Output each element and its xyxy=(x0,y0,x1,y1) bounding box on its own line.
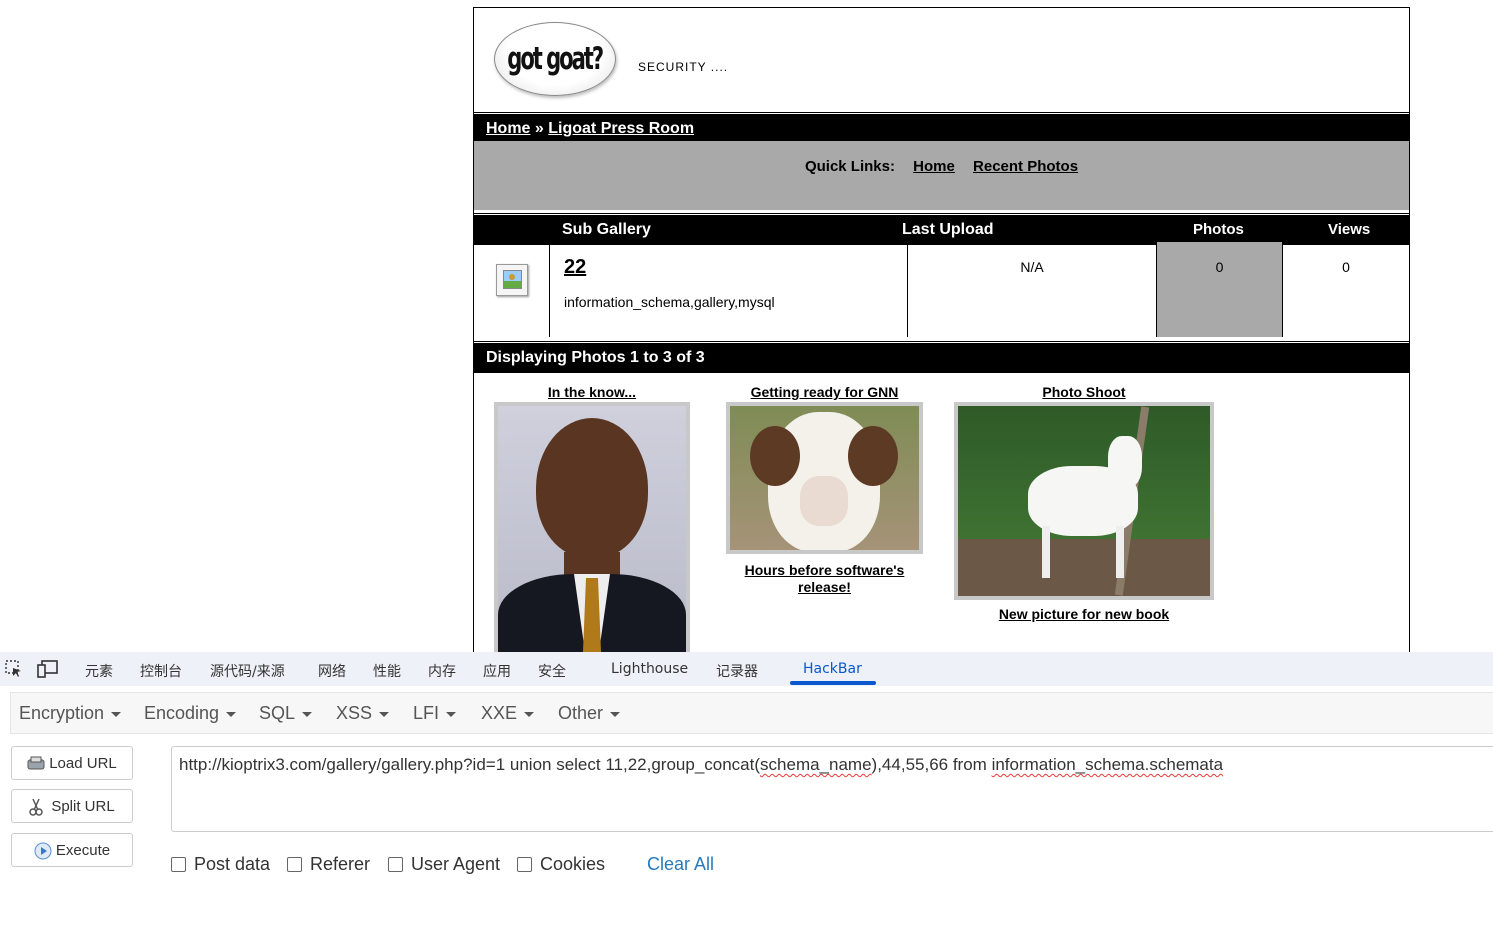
quick-link-recent-photos[interactable]: Recent Photos xyxy=(973,158,1078,175)
hackbar-menu: Encryption Encoding SQL XSS LFI XXE Othe… xyxy=(10,692,1493,734)
tab-hackbar[interactable]: HackBar xyxy=(803,661,862,677)
breadcrumb-separator: » xyxy=(530,120,549,137)
checkbox-label: User Agent xyxy=(411,854,501,874)
tab-memory[interactable]: 内存 xyxy=(428,661,456,681)
post-data-checkbox[interactable]: Post data xyxy=(171,854,270,875)
active-tab-indicator xyxy=(790,681,876,685)
last-upload-value: N/A xyxy=(908,242,1157,337)
photo-thumbnail[interactable] xyxy=(494,402,690,653)
menu-lfi[interactable]: LFI xyxy=(413,703,456,724)
checkbox-box[interactable] xyxy=(517,857,532,872)
photo-item: Getting ready for GNN Hours before softw… xyxy=(722,384,927,596)
table-row: 22 information_schema,gallery,mysql N/A … xyxy=(474,242,1409,337)
breadcrumb: Home » Ligoat Press Room xyxy=(474,111,1409,144)
header-views: Views xyxy=(1328,221,1371,238)
photo-caption-link[interactable]: New picture for new book xyxy=(954,606,1214,622)
execute-label: Execute xyxy=(55,841,111,859)
tab-lighthouse[interactable]: Lighthouse xyxy=(611,661,688,677)
photo-title-link[interactable]: Photo Shoot xyxy=(954,384,1214,400)
menu-encryption[interactable]: Encryption xyxy=(19,703,121,724)
execute-button[interactable]: Execute xyxy=(11,833,133,867)
user-agent-checkbox[interactable]: User Agent xyxy=(388,854,500,875)
display-count-bar: Displaying Photos 1 to 3 of 3 xyxy=(474,340,1409,373)
hackbar-panel: Encryption Encoding SQL XSS LFI XXE Othe… xyxy=(0,686,1493,942)
inspect-element-icon[interactable] xyxy=(4,659,24,683)
load-url-label: Load URL xyxy=(49,754,117,772)
menu-xss[interactable]: XSS xyxy=(336,703,389,724)
photo-item: In the know... xyxy=(492,384,692,653)
got-goat-logo[interactable]: got goat? xyxy=(494,22,616,96)
display-count-text: Displaying Photos 1 to 3 of 3 xyxy=(486,349,705,366)
views-count: 0 xyxy=(1342,259,1350,275)
header-sub-gallery: Sub Gallery xyxy=(562,221,651,238)
checkbox-label: Referer xyxy=(310,854,371,874)
breadcrumb-home-link[interactable]: Home xyxy=(486,120,530,137)
url-text-part: schema_name xyxy=(760,755,872,774)
url-text-part: ),44,55,66 from xyxy=(871,755,992,774)
quick-link-home[interactable]: Home xyxy=(913,158,955,175)
split-url-label: Split URL xyxy=(51,797,115,815)
checkbox-label: Post data xyxy=(194,854,271,874)
clear-all-link[interactable]: Clear All xyxy=(647,854,714,875)
header-photos: Photos xyxy=(1193,221,1244,238)
gallery-thumbnail-icon[interactable] xyxy=(496,264,528,296)
menu-encoding[interactable]: Encoding xyxy=(144,703,236,724)
scissors-icon xyxy=(29,798,45,816)
tab-security[interactable]: 安全 xyxy=(538,661,566,681)
photo-item: Photo Shoot New picture for new book xyxy=(954,384,1214,622)
devtools-tab-bar: 元素 控制台 源代码/来源 网络 性能 内存 应用 安全 Lighthouse … xyxy=(0,652,1493,687)
checkbox-label: Cookies xyxy=(540,854,606,874)
checkbox-box[interactable] xyxy=(388,857,403,872)
sub-gallery-description: information_schema,gallery,mysql xyxy=(564,294,775,310)
tab-elements[interactable]: 元素 xyxy=(85,661,113,681)
tab-console[interactable]: 控制台 xyxy=(140,661,182,681)
gallery-page: got goat? SECURITY .... Home » Ligoat Pr… xyxy=(473,7,1410,653)
menu-other[interactable]: Other xyxy=(558,703,620,724)
quick-links-label: Quick Links: xyxy=(804,158,895,175)
checkbox-box[interactable] xyxy=(171,857,186,872)
checkbox-box[interactable] xyxy=(287,857,302,872)
tab-sources[interactable]: 源代码/来源 xyxy=(210,661,285,681)
split-url-button[interactable]: Split URL xyxy=(11,789,133,823)
url-text-part: information_schema.schemata xyxy=(991,755,1224,774)
photo-caption-link[interactable]: Hours before software's release! xyxy=(722,562,927,596)
tab-network[interactable]: 网络 xyxy=(318,661,346,681)
breadcrumb-current-link[interactable]: Ligoat Press Room xyxy=(548,120,694,137)
photo-thumbnail[interactable] xyxy=(726,402,923,554)
photo-title-link[interactable]: Getting ready for GNN xyxy=(722,384,927,400)
tab-performance[interactable]: 性能 xyxy=(373,661,401,681)
device-toolbar-icon[interactable] xyxy=(37,659,59,683)
photo-thumbnail[interactable] xyxy=(954,402,1214,600)
photos-count: 0 xyxy=(1157,242,1283,337)
tagline: SECURITY .... xyxy=(638,60,729,74)
gallery-table-header: Sub Gallery Last Upload Photos Views xyxy=(474,212,1409,245)
quick-links-bar: Quick Links: Home Recent Photos xyxy=(474,141,1409,210)
cookies-checkbox[interactable]: Cookies xyxy=(517,854,605,875)
load-url-icon xyxy=(27,755,45,771)
menu-xxe[interactable]: XXE xyxy=(481,703,534,724)
tab-recorder[interactable]: 记录器 xyxy=(716,661,758,681)
photo-title-link[interactable]: In the know... xyxy=(492,384,692,400)
url-text-part: http://kioptrix3.com/gallery/gallery.php… xyxy=(179,755,761,774)
play-icon xyxy=(34,842,52,860)
sub-gallery-link[interactable]: 22 xyxy=(564,256,586,279)
referer-checkbox[interactable]: Referer xyxy=(287,854,370,875)
logo-text: got goat? xyxy=(507,41,605,77)
url-input[interactable]: http://kioptrix3.com/gallery/gallery.php… xyxy=(171,746,1493,832)
header-last-upload: Last Upload xyxy=(902,221,994,238)
menu-sql[interactable]: SQL xyxy=(259,703,312,724)
load-url-button[interactable]: Load URL xyxy=(11,746,133,780)
tab-application[interactable]: 应用 xyxy=(483,661,511,681)
